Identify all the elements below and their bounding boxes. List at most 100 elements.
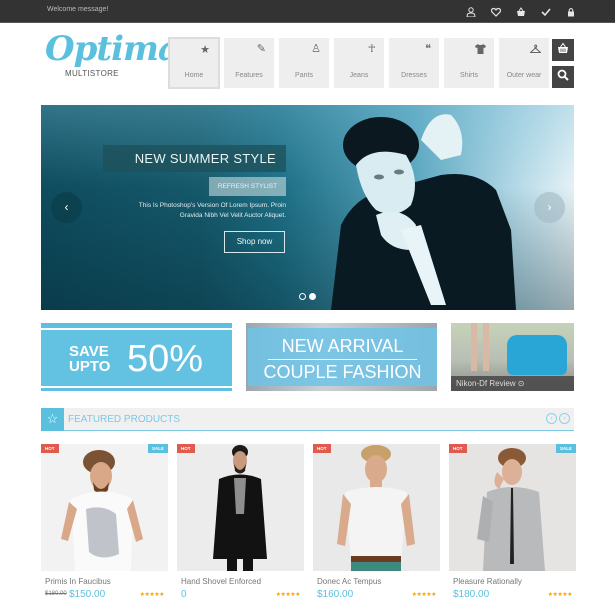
refresh-stylist-button[interactable]: REFRESH STYLIST — [209, 177, 286, 196]
shop-now-button[interactable]: Shop now — [224, 231, 285, 253]
product-name[interactable]: Hand Shovel Enforced — [181, 577, 261, 586]
product-price: 0 — [181, 589, 187, 600]
logo[interactable]: Optima MULTISTORE — [45, 29, 180, 85]
basket-icon — [557, 41, 569, 59]
slider-pagination — [299, 293, 316, 300]
featured-nav: ‹ › — [546, 413, 570, 424]
product-card[interactable]: HOT SALE Primis In Faucibus $180.00 $150… — [41, 444, 168, 600]
hero-description: This Is Photoshop's Version Of Lorem Ips… — [101, 201, 286, 221]
nav-item-pants[interactable]: ♙ Pants — [279, 38, 329, 88]
new-arrival-line2: COUPLE FASHION — [263, 362, 422, 382]
new-arrival-banner[interactable]: NEW ARRIVAL COUPLE FASHION — [246, 323, 437, 391]
login-lock-icon[interactable] — [558, 5, 583, 19]
product-image[interactable]: HOT — [177, 444, 304, 571]
product-photo — [337, 445, 415, 571]
hanger-icon — [529, 44, 542, 57]
logo-tagline: MULTISTORE — [65, 69, 119, 78]
star-outline-icon: ☆ — [41, 408, 64, 431]
chevron-left-icon: ‹ — [64, 200, 69, 214]
hero-slider: NEW SUMMER STYLE REFRESH STYLIST This Is… — [41, 105, 574, 310]
nav-label: Shirts — [460, 72, 478, 79]
nav-item-shirts[interactable]: Shirts — [444, 38, 494, 88]
hero-description-line: This Is Photoshop's Version Of Lorem Ips… — [138, 202, 286, 209]
tshirt-icon — [475, 44, 486, 57]
top-bar-icons — [458, 5, 583, 19]
featured-products-title: FEATURED PRODUCTS — [68, 414, 181, 425]
rating-stars: ★★★★★ — [275, 592, 301, 598]
nav-item-jeans[interactable]: ☥ Jeans — [334, 38, 384, 88]
nav-label: Dresses — [401, 72, 427, 79]
nav-label: Jeans — [349, 72, 369, 79]
product-image[interactable]: HOT — [313, 444, 440, 571]
product-card[interactable]: HOT Hand Shovel Enforced 0 ★★★★★ — [177, 444, 304, 600]
product-card[interactable]: HOT Donec Ac Tempus $160.00 ★★★★★ — [313, 444, 440, 600]
hot-badge: HOT — [177, 444, 195, 453]
hot-badge: HOT — [313, 444, 331, 453]
save-text: SAVE UPTO — [69, 344, 110, 374]
product-name[interactable]: Donec Ac Tempus — [317, 577, 381, 586]
hot-badge: HOT — [449, 444, 467, 453]
hot-badge: HOT — [41, 444, 59, 453]
nav-label: Pants — [295, 72, 313, 79]
search-icon — [557, 68, 569, 86]
rating-stars: ★★★★★ — [547, 592, 573, 598]
account-icon[interactable] — [458, 5, 483, 19]
product-old-price: $180.00 — [45, 591, 67, 597]
nav-item-outer-wear[interactable]: Outer wear — [499, 38, 549, 88]
footprints-icon: ❝ — [425, 43, 431, 55]
hero-title-box: NEW SUMMER STYLE — [103, 145, 286, 172]
featured-products-header: ☆ FEATURED PRODUCTS ‹ › — [41, 408, 574, 431]
main-nav: ★ Home ✎ Features ♙ Pants ☥ Jeans ❝ Dres… — [168, 37, 554, 89]
top-bar: Welcome message! — [0, 0, 615, 23]
new-arrival-overlay: NEW ARRIVAL COUPLE FASHION — [248, 328, 437, 386]
person-standing-icon: ☥ — [367, 43, 376, 55]
legs-image — [465, 323, 495, 371]
nav-label: Outer wear — [506, 72, 542, 79]
product-image[interactable]: HOT SALE — [449, 444, 576, 571]
pencil-icon: ✎ — [256, 43, 266, 55]
cart-basket-icon[interactable] — [508, 5, 533, 19]
logo-brand: Optima — [45, 29, 180, 69]
checkout-check-icon[interactable] — [533, 5, 558, 19]
save-line: SAVE — [69, 343, 109, 360]
product-grid: HOT SALE Primis In Faucibus $180.00 $150… — [41, 444, 576, 600]
sale-badge: SALE — [147, 444, 168, 453]
divider — [268, 359, 417, 360]
product-name[interactable]: Pleasure Rationally — [453, 577, 522, 586]
person-bag-icon: ♙ — [311, 43, 321, 55]
slider-next-button[interactable]: › — [534, 192, 565, 223]
product-name[interactable]: Primis In Faucibus — [45, 577, 111, 586]
nav-label: Home — [184, 72, 204, 79]
featured-prev-button[interactable]: ‹ — [546, 413, 557, 424]
product-price: $180.00 — [453, 589, 490, 600]
new-arrival-line1: NEW ARRIVAL — [281, 336, 404, 356]
slider-dot-1[interactable] — [299, 293, 306, 300]
save-50-banner[interactable]: SAVE UPTO 50% — [41, 323, 232, 391]
slider-prev-button[interactable]: ‹ — [51, 192, 82, 223]
hero-model-image — [331, 114, 516, 310]
welcome-message: Welcome message! — [47, 6, 109, 13]
wishlist-heart-icon[interactable] — [483, 5, 508, 19]
save-banner-inner: SAVE UPTO 50% — [41, 328, 232, 388]
rating-stars: ★★★★★ — [411, 592, 437, 598]
bag-image — [507, 335, 567, 375]
save-line: UPTO — [69, 358, 111, 375]
review-caption: Nikon-Df Review ⊙ — [451, 376, 574, 391]
nav-label: Features — [235, 72, 263, 79]
nav-item-home[interactable]: ★ Home — [168, 37, 220, 89]
product-photo — [61, 450, 143, 571]
search-button[interactable] — [552, 66, 574, 88]
rating-stars: ★★★★★ — [139, 592, 165, 598]
nikon-review-banner[interactable]: Nikon-Df Review ⊙ — [451, 323, 574, 391]
nav-item-dresses[interactable]: ❝ Dresses — [389, 38, 439, 88]
chevron-right-icon: › — [547, 200, 552, 214]
nav-item-features[interactable]: ✎ Features — [224, 38, 274, 88]
featured-next-button[interactable]: › — [559, 413, 570, 424]
slider-dot-2[interactable] — [309, 293, 316, 300]
cart-button[interactable] — [552, 39, 574, 61]
save-percent: 50% — [127, 338, 204, 380]
product-price: $150.00 — [69, 589, 106, 600]
product-photo — [213, 445, 267, 571]
product-card[interactable]: HOT SALE Pleasure Rationally $180.00 ★★★… — [449, 444, 576, 600]
product-image[interactable]: HOT SALE — [41, 444, 168, 571]
